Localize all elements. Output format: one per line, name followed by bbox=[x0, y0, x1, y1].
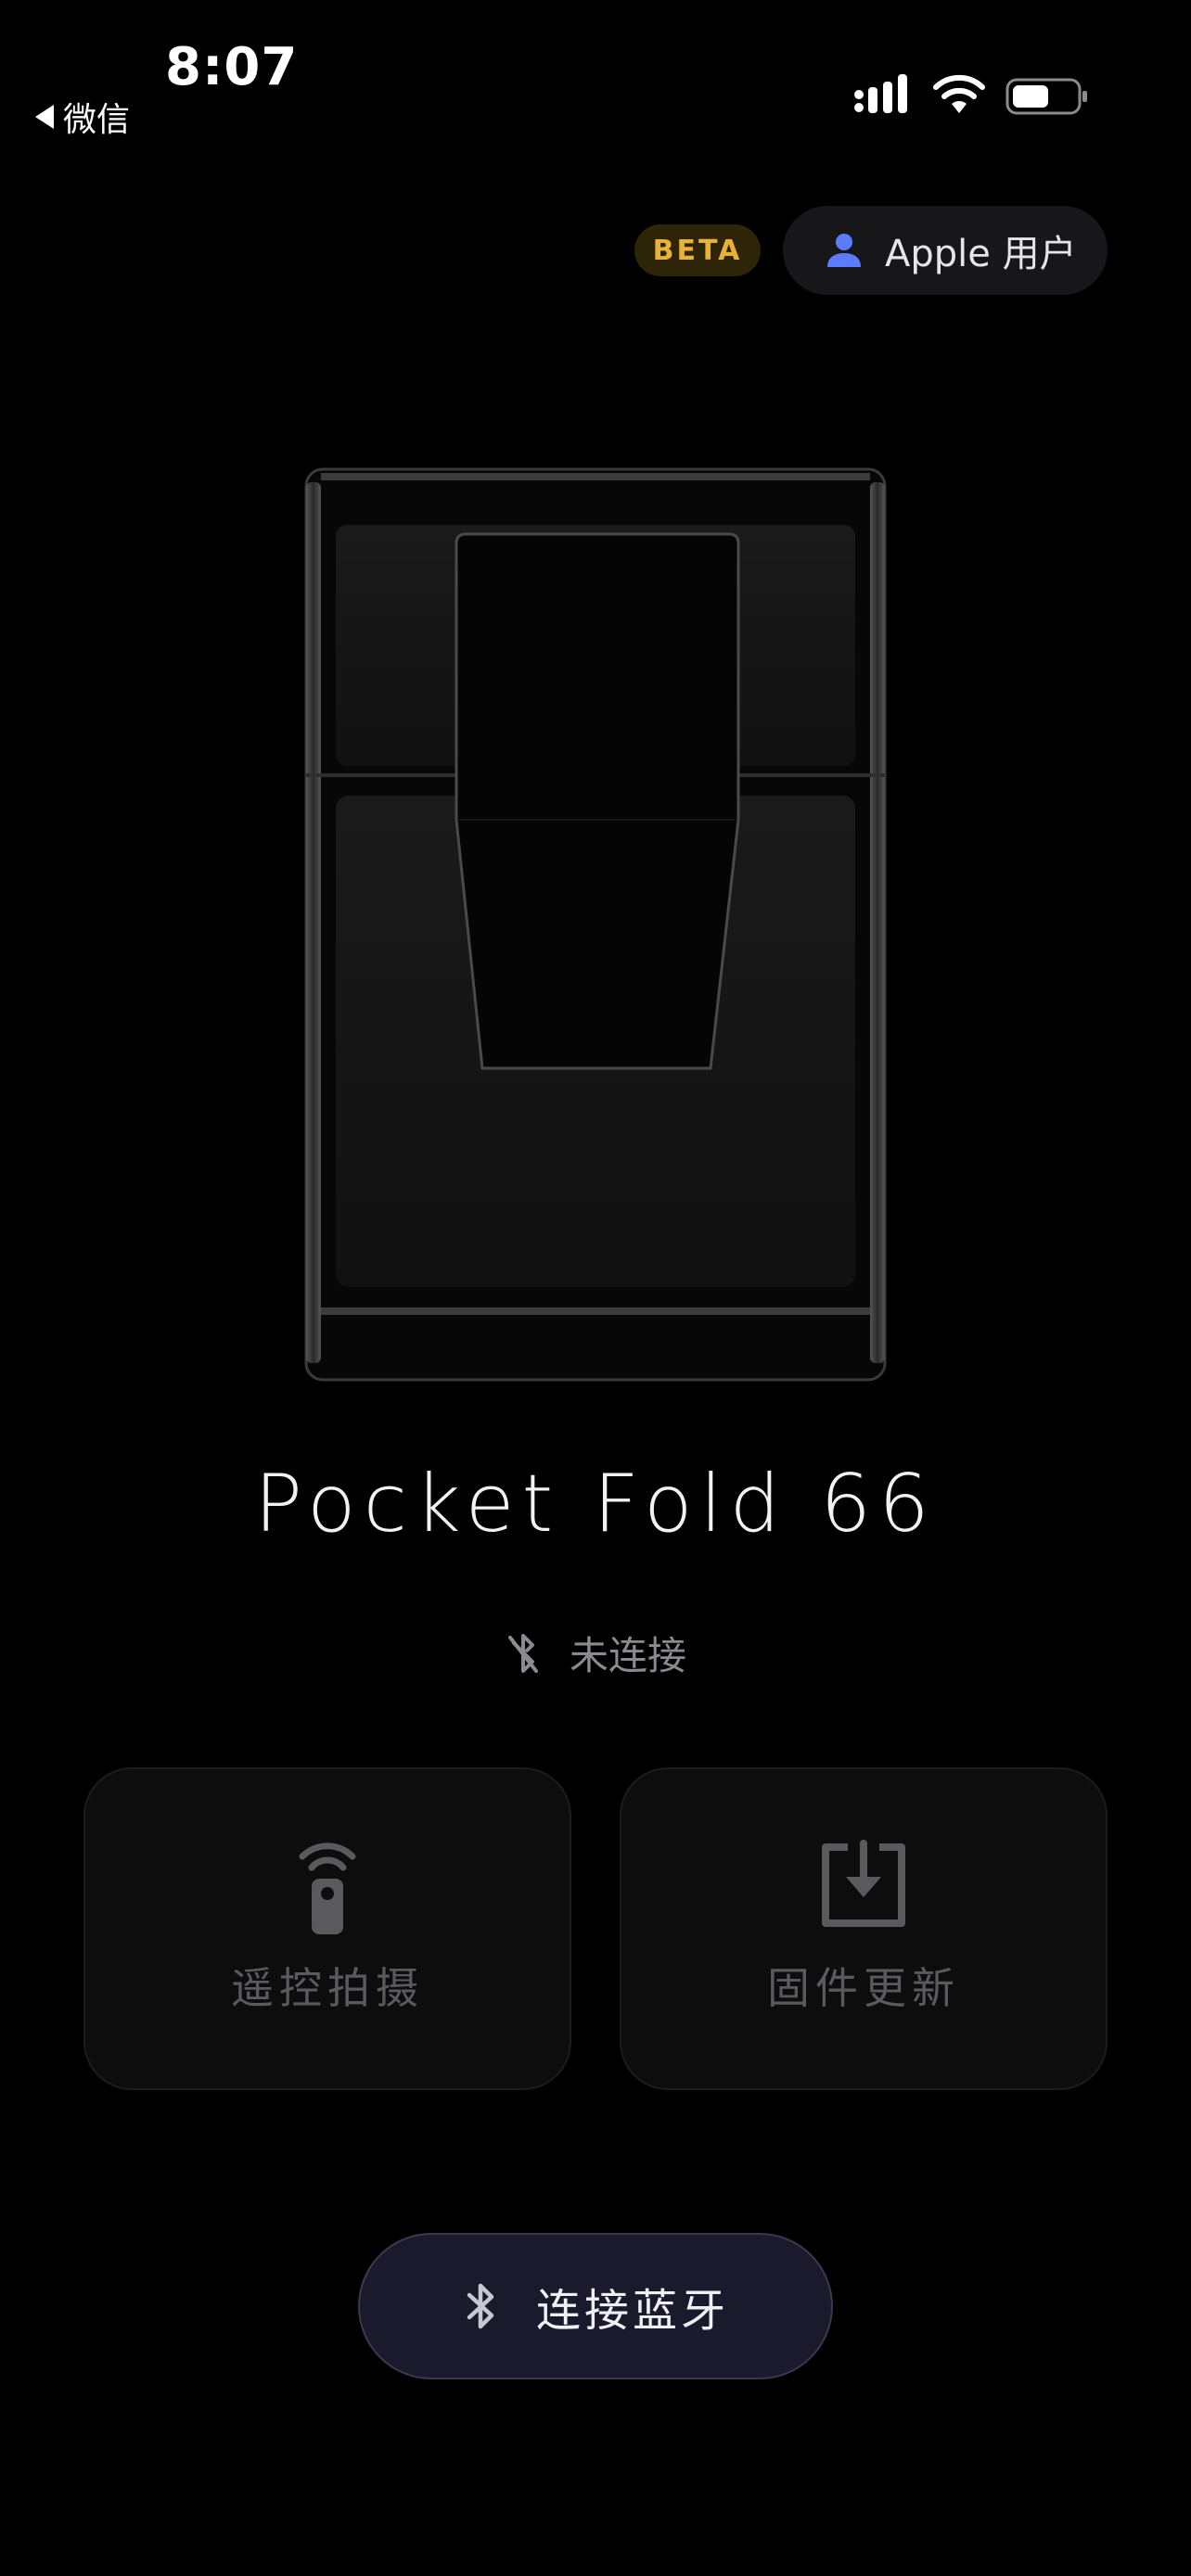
connection-status-text: 未连接 bbox=[569, 1633, 686, 1678]
beta-badge: BETA bbox=[634, 224, 761, 276]
battery-icon bbox=[1005, 78, 1087, 115]
connect-bluetooth-button[interactable]: 连接蓝牙 bbox=[358, 2233, 833, 2379]
firmware-update-label: 固件更新 bbox=[767, 1963, 960, 2013]
status-time: 8:07 bbox=[165, 37, 299, 97]
firmware-update-card[interactable]: 固件更新 bbox=[620, 1767, 1108, 2090]
back-arrow-icon bbox=[35, 105, 54, 129]
wifi-icon bbox=[933, 74, 985, 113]
user-account-button[interactable]: Apple 用户 bbox=[783, 206, 1108, 295]
connect-bluetooth-label: 连接蓝牙 bbox=[535, 2285, 729, 2337]
back-label: 微信 bbox=[63, 101, 131, 139]
cellular-signal-icon bbox=[854, 74, 907, 113]
person-icon bbox=[827, 234, 861, 267]
bluetooth-icon bbox=[467, 2283, 494, 2329]
bluetooth-disconnected-icon bbox=[507, 1633, 538, 1673]
remote-control-icon bbox=[299, 1843, 356, 1934]
remote-shooting-card[interactable]: 遥控拍摄 bbox=[83, 1767, 571, 2090]
device-name: Pocket Fold 66 bbox=[254, 1458, 937, 1550]
remote-shooting-label: 遥控拍摄 bbox=[231, 1963, 424, 2013]
back-to-wechat-button[interactable]: 微信 bbox=[35, 93, 130, 141]
device-image bbox=[304, 467, 887, 1382]
firmware-download-icon bbox=[822, 1840, 905, 1927]
connection-status: 未连接 bbox=[0, 1625, 1191, 1681]
user-label: Apple 用户 bbox=[885, 233, 1077, 275]
